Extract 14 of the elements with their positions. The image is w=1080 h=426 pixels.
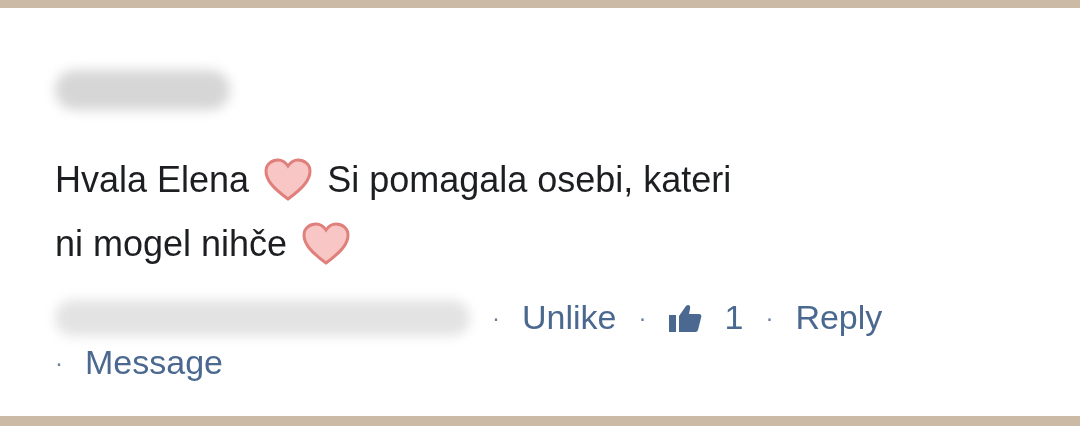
comment-text: Hvala Elena xyxy=(55,159,250,201)
action-link[interactable]: Unlike xyxy=(522,298,617,337)
action-link[interactable]: Reply xyxy=(795,298,883,337)
comment-text: Si pomagala osebi, kateri xyxy=(327,159,732,201)
thumbs-up-icon xyxy=(668,302,703,333)
separator-dot: · xyxy=(765,303,774,332)
comment-text: ni mogel nihče xyxy=(55,223,288,265)
heart-icon xyxy=(301,222,352,266)
like-count: 1 xyxy=(724,298,744,337)
separator-dot: · xyxy=(55,348,63,377)
separator-dot: · xyxy=(492,303,500,332)
heart-icon xyxy=(263,158,314,202)
action-link[interactable]: Message xyxy=(85,343,223,382)
separator-dot: · xyxy=(638,303,647,332)
